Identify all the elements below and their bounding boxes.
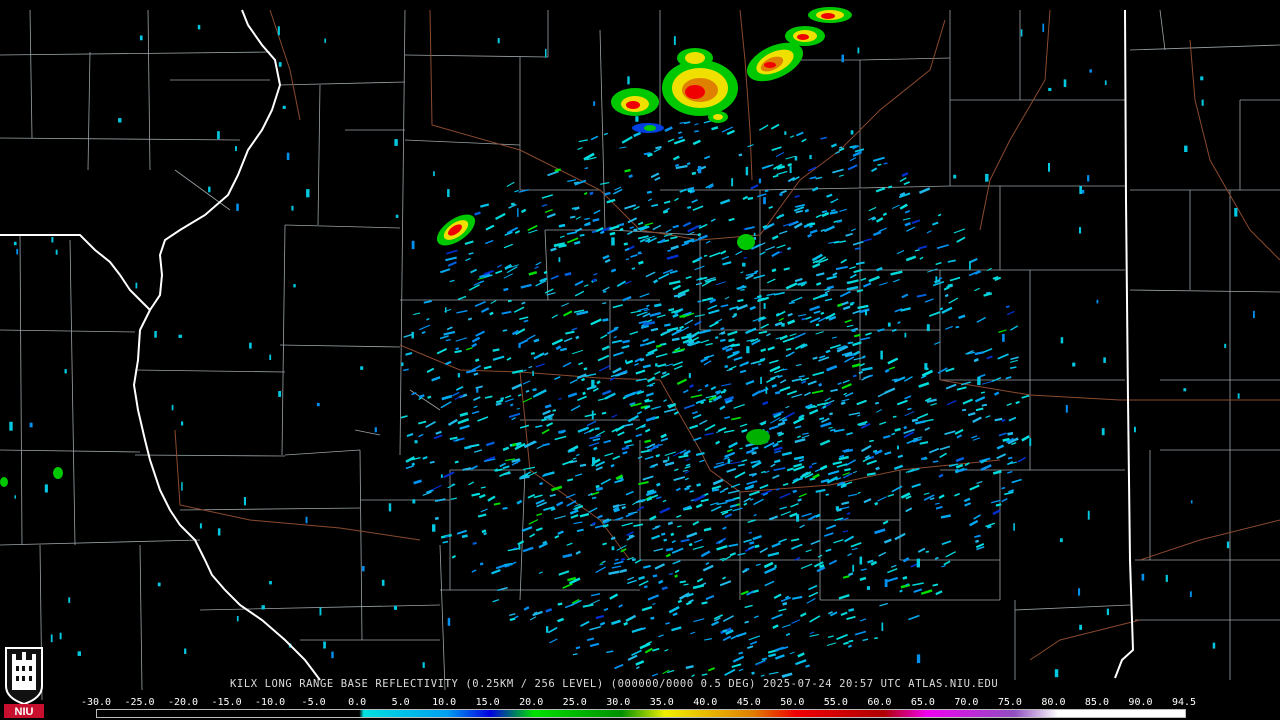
- color-scale-label: 25.0: [562, 697, 587, 708]
- color-scale-label: 0.0: [348, 697, 367, 708]
- color-scale-label: 94.5: [1171, 697, 1197, 708]
- color-scale-labels: -30.0 -25.0 -20.0 -15.0 -10.0 -5.0 0.0 5.0 10.0 1…: [81, 697, 1197, 709]
- color-scale-label: 55.0: [823, 697, 848, 708]
- color-scale-label: 65.0: [910, 697, 935, 708]
- niu-logo: NIU: [4, 647, 44, 718]
- color-scale-label: 45.0: [736, 697, 761, 708]
- storm-cell: [662, 60, 738, 116]
- color-scale-label: 20.0: [519, 697, 544, 708]
- color-scale-label: 5.0: [391, 697, 410, 708]
- highway-lines: [174, 9, 1280, 661]
- storm-cell: [785, 26, 825, 46]
- color-scale-label: 15.0: [475, 697, 500, 708]
- color-scale-label: 40.0: [693, 697, 718, 708]
- color-scale-label: 80.0: [1041, 697, 1066, 708]
- storm-cell: [677, 48, 713, 68]
- reflectivity-echoes: [9, 23, 1255, 678]
- color-scale-label: -30.0: [80, 697, 112, 708]
- color-scale-bar: [96, 709, 1186, 718]
- storm-cells: [0, 7, 852, 487]
- color-scale-label: 50.0: [780, 697, 805, 708]
- color-scale-label: -5.0: [301, 697, 326, 708]
- storm-cell: [708, 111, 728, 123]
- color-scale-label: -25.0: [124, 697, 155, 708]
- color-scale-label: 30.0: [606, 697, 631, 708]
- color-scale-label: -10.0: [255, 697, 286, 708]
- color-scale-label: 90.0: [1128, 697, 1153, 708]
- color-scale-label: 35.0: [649, 697, 674, 708]
- state-borders: [0, 9, 1135, 681]
- niu-logo-text: NIU: [15, 706, 34, 718]
- storm-cell: [436, 214, 476, 246]
- storm-cell: [808, 7, 852, 23]
- color-scale-label: 70.0: [954, 697, 979, 708]
- color-scale-label: 60.0: [867, 697, 892, 708]
- color-scale-label: -15.0: [211, 697, 242, 708]
- product-title: KILX LONG RANGE BASE REFLECTIVITY (0.25K…: [230, 678, 999, 690]
- storm-cell: [611, 88, 659, 116]
- storm-cell: [632, 123, 664, 133]
- color-scale-label: -20.0: [167, 697, 199, 708]
- color-scale-label: 10.0: [432, 697, 457, 708]
- color-scale-label: 85.0: [1084, 697, 1109, 708]
- radar-map: [0, 7, 1280, 701]
- color-scale-label: 75.0: [997, 697, 1022, 708]
